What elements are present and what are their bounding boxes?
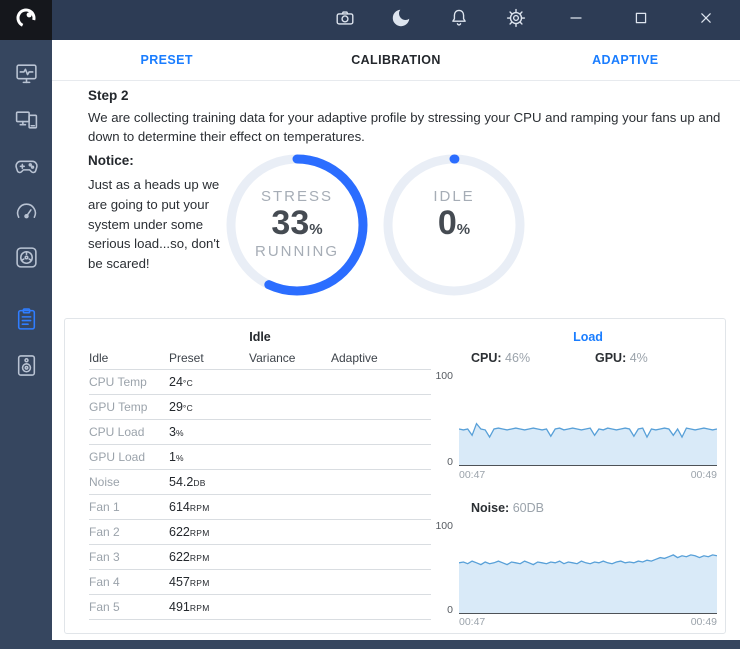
dark-mode-icon — [390, 7, 412, 34]
table-row: Noise 54.2DB — [89, 470, 431, 495]
notice-body: Just as a heads up we are going to put y… — [88, 175, 235, 274]
cam-logo-icon — [13, 5, 39, 36]
titlebar — [0, 0, 740, 40]
load-chart-ymax: 100 — [423, 370, 453, 382]
game-controller-icon — [14, 153, 39, 183]
notifications-icon — [448, 7, 470, 34]
maximize-icon — [631, 8, 651, 33]
sidebar-item-cooling[interactable] — [0, 237, 52, 283]
load-chart — [459, 375, 717, 466]
idle-table-header: Idle Preset Variance Adaptive — [89, 347, 431, 370]
step-description: We are collecting training data for your… — [88, 108, 724, 146]
sidebar-item-audio[interactable] — [0, 345, 52, 391]
maximize-button[interactable] — [623, 0, 659, 40]
stress-gauge-status: RUNNING — [255, 243, 339, 262]
settings-icon — [505, 7, 527, 34]
table-row: Fan 3 622RPM — [89, 545, 431, 570]
minimize-icon — [566, 8, 586, 33]
idle-table-title: Idle — [89, 330, 431, 344]
sidebar-item-games[interactable] — [0, 145, 52, 191]
minimize-button[interactable] — [558, 0, 594, 40]
clipboard-checklist-icon — [14, 307, 39, 337]
noise-legend: Noise: 60DB — [471, 501, 544, 515]
gpu-legend: GPU: 4% — [595, 351, 648, 365]
idle-table: Idle Preset Variance Adaptive CPU Temp 2… — [89, 347, 431, 620]
sidebar — [0, 40, 52, 649]
idle-gauge-value: 0% — [438, 205, 470, 242]
notice-title: Notice: — [88, 153, 134, 168]
fan-icon — [14, 245, 39, 275]
load-panel-title: Load — [459, 330, 717, 344]
sidebar-item-system-monitor[interactable] — [0, 53, 52, 99]
sidebar-item-pc-specs[interactable] — [0, 99, 52, 145]
speaker-icon — [14, 353, 39, 383]
tab-adaptive[interactable]: ADAPTIVE — [511, 53, 740, 67]
gauge-icon — [14, 199, 39, 229]
table-row: Fan 5 491RPM — [89, 595, 431, 620]
noise-chart — [459, 525, 717, 614]
table-row: GPU Temp 29°C — [89, 395, 431, 420]
stress-gauge-value: 33% — [271, 205, 322, 242]
stress-gauge: STRESS 33% RUNNING — [222, 150, 372, 300]
tab-preset[interactable]: PRESET — [52, 53, 281, 67]
screenshot-icon — [334, 7, 356, 34]
load-chart-xlabels: 00:4700:49 — [459, 469, 717, 481]
table-row: Fan 1 614RPM — [89, 495, 431, 520]
table-row: Fan 2 622RPM — [89, 520, 431, 545]
noise-chart-ymin: 0 — [423, 604, 453, 616]
sidebar-item-performance[interactable] — [0, 191, 52, 237]
dark-mode-button[interactable] — [383, 0, 419, 40]
close-button[interactable] — [688, 0, 724, 40]
table-row: CPU Temp 24°C — [89, 370, 431, 395]
stress-gauge-label: STRESS — [261, 188, 333, 205]
results-card: Idle Idle Preset Variance Adaptive CPU T… — [64, 318, 726, 634]
notifications-button[interactable] — [441, 0, 477, 40]
sidebar-item-calibration[interactable] — [0, 299, 52, 345]
close-icon — [696, 8, 716, 33]
noise-chart-ymax: 100 — [423, 520, 453, 532]
cpu-legend: CPU: 46% — [471, 351, 530, 365]
bottom-strip — [52, 640, 740, 649]
table-row: CPU Load 3% — [89, 420, 431, 445]
pc-specs-icon — [14, 107, 39, 137]
settings-button[interactable] — [498, 0, 534, 40]
load-chart-ymin: 0 — [423, 456, 453, 468]
app-window: PRESET CALIBRATION ADAPTIVE Step 2 We ar… — [0, 0, 740, 649]
step-title: Step 2 — [88, 88, 129, 103]
idle-gauge-label: IDLE — [433, 188, 474, 205]
noise-chart-xlabels: 00:4700:49 — [459, 616, 717, 628]
tab-calibration[interactable]: CALIBRATION — [281, 53, 510, 67]
idle-gauge: IDLE 0% — [379, 150, 529, 300]
app-logo — [0, 0, 52, 40]
tab-bar: PRESET CALIBRATION ADAPTIVE — [52, 40, 740, 81]
table-row: Fan 4 457RPM — [89, 570, 431, 595]
table-row: GPU Load 1% — [89, 445, 431, 470]
system-monitor-icon — [14, 61, 39, 91]
screenshot-button[interactable] — [327, 0, 363, 40]
